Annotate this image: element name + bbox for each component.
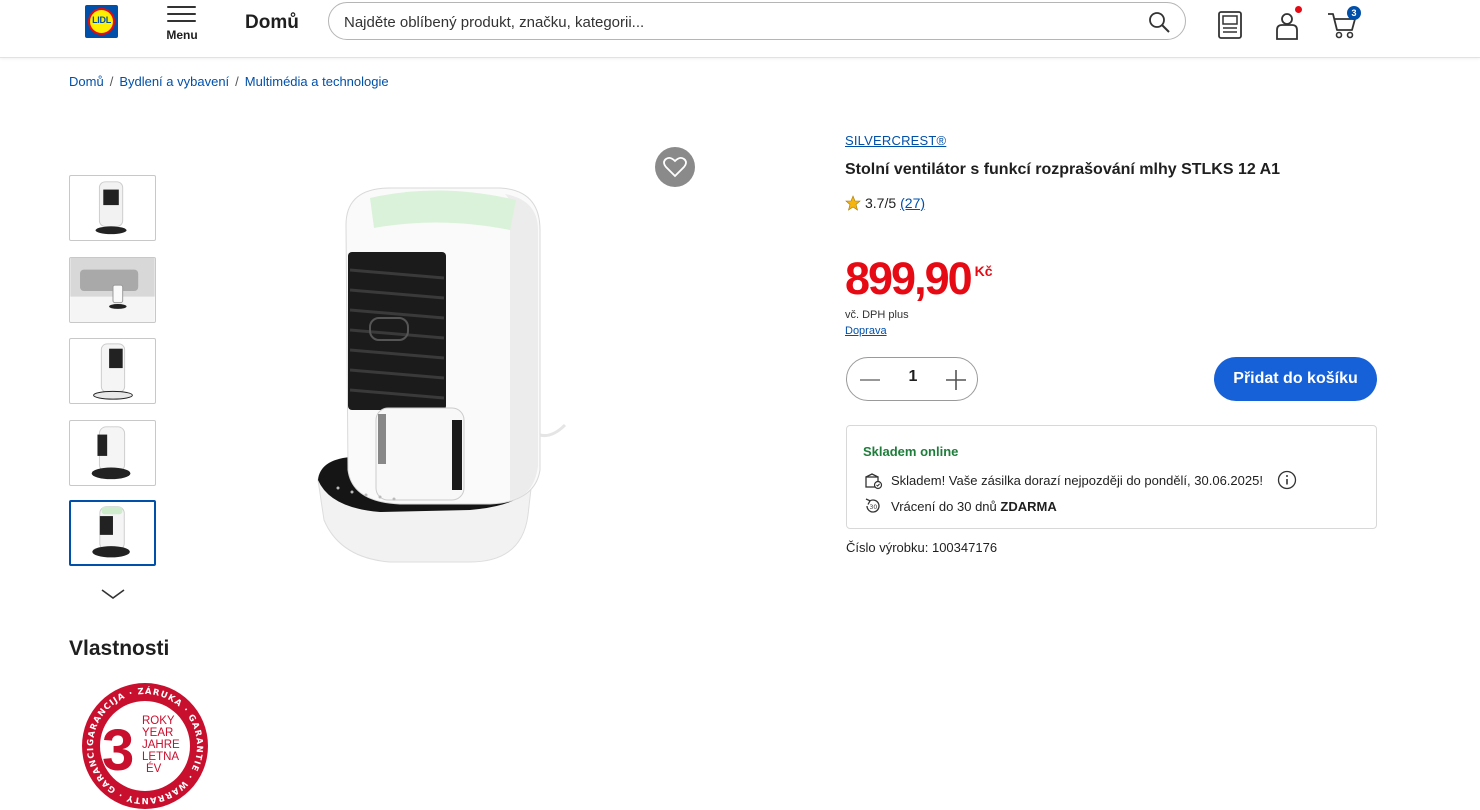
notification-dot bbox=[1295, 6, 1302, 13]
thumbnail-5[interactable] bbox=[69, 500, 156, 566]
delivery-box-icon bbox=[865, 473, 883, 490]
account-icon[interactable] bbox=[1270, 6, 1304, 42]
hamburger-icon bbox=[167, 6, 196, 22]
search-input[interactable] bbox=[344, 10, 1134, 34]
wishlist-button[interactable] bbox=[655, 147, 695, 187]
breadcrumb-home[interactable]: Domů bbox=[69, 74, 104, 89]
return-row: 30 Vrácení do 30 dnů ZDARMA bbox=[863, 496, 1057, 516]
lidl-logo[interactable]: LIDL bbox=[85, 5, 118, 38]
breadcrumb: Domů / Bydlení a vybavení / Multimédia a tec… bbox=[69, 74, 389, 89]
fan-side-thumbnail-image bbox=[93, 343, 133, 400]
home-link[interactable]: Domů bbox=[245, 12, 299, 34]
product-title: Stolní ventilátor s funkcí rozprašování … bbox=[845, 161, 1281, 178]
warranty-badge: GARANCIJA · ZÁRUKA · GARANTIE · WARRANTY… bbox=[80, 682, 208, 809]
minus-icon[interactable] bbox=[857, 367, 883, 393]
return-free: ZDARMA bbox=[1000, 498, 1057, 514]
fan-front-thumbnail-image bbox=[92, 506, 130, 558]
warranty-line-5: ÉV bbox=[146, 762, 162, 775]
product-rating: 3.7/5 (27) bbox=[845, 195, 925, 211]
product-number: Číslo výrobku: 100347176 bbox=[846, 540, 998, 555]
return-prefix: Vrácení do 30 dnů bbox=[891, 498, 997, 514]
fan-thumbnail-image bbox=[95, 181, 127, 235]
shipping-link[interactable]: Doprava bbox=[845, 325, 887, 337]
vat-note: vč. DPH plus bbox=[845, 309, 909, 321]
search-bar bbox=[328, 2, 1186, 40]
thumbnail-4[interactable] bbox=[69, 420, 156, 486]
svg-text:30: 30 bbox=[870, 504, 878, 511]
heart-icon bbox=[663, 156, 687, 178]
features-heading: Vlastnosti bbox=[69, 637, 170, 660]
quantity-stepper bbox=[846, 357, 978, 401]
warranty-line-3: JAHRE bbox=[142, 739, 180, 751]
room-thumbnail-image bbox=[70, 258, 155, 322]
info-icon[interactable] bbox=[1277, 470, 1297, 490]
return-icon: 30 bbox=[865, 498, 880, 513]
breadcrumb-living[interactable]: Bydlení a vybavení bbox=[119, 74, 229, 89]
cart-icon[interactable]: 3 bbox=[1325, 6, 1361, 42]
warranty-line-4: LETNA bbox=[142, 751, 179, 763]
site-header: LIDL Menu Domů 3 bbox=[0, 0, 1480, 58]
breadcrumb-multimedia[interactable]: Multimédia a technologie bbox=[245, 74, 389, 89]
chevron-down-icon[interactable] bbox=[100, 586, 126, 602]
warranty-number: 3 bbox=[102, 718, 134, 783]
delivery-row: Skladem! Vaše zásilka dorazí nejpozději … bbox=[863, 470, 1297, 490]
menu-label: Menu bbox=[166, 28, 198, 42]
add-to-cart-button[interactable]: Přidat do košíku bbox=[1214, 357, 1377, 401]
review-count-link[interactable]: (27) bbox=[900, 195, 925, 211]
star-icon bbox=[845, 195, 861, 211]
warranty-line-1: ROKY bbox=[142, 715, 175, 727]
delivery-text: Skladem! Vaše zásilka dorazí nejpozději … bbox=[891, 472, 1263, 488]
stock-status: Skladem online bbox=[863, 444, 959, 459]
warranty-line-2: YEAR bbox=[142, 727, 173, 739]
availability-box: Skladem online Skladem! Vaše zásilka dor… bbox=[846, 425, 1377, 529]
thumbnail-2[interactable] bbox=[69, 257, 156, 323]
leaflet-icon[interactable] bbox=[1214, 8, 1248, 42]
breadcrumb-separator: / bbox=[109, 74, 114, 89]
price-currency: Kč bbox=[974, 263, 993, 279]
brand-link[interactable]: SILVERCREST® bbox=[845, 133, 946, 148]
thumbnail-3[interactable] bbox=[69, 338, 156, 404]
thumbnail-1[interactable] bbox=[69, 175, 156, 241]
quantity-input[interactable] bbox=[893, 368, 933, 386]
product-main-image bbox=[317, 187, 567, 563]
plus-icon[interactable] bbox=[943, 367, 969, 393]
fan-back-thumbnail-image bbox=[91, 426, 131, 480]
menu-button[interactable]: Menu bbox=[163, 4, 201, 44]
cart-count-badge: 3 bbox=[1347, 6, 1361, 20]
breadcrumb-separator: / bbox=[235, 74, 239, 89]
logo-text: LIDL bbox=[92, 15, 111, 25]
price-amount: 899,90 bbox=[845, 253, 973, 304]
return-text: Vrácení do 30 dnů ZDARMA bbox=[891, 499, 1057, 514]
rating-value: 3.7/5 bbox=[865, 195, 897, 211]
search-icon[interactable] bbox=[1147, 10, 1171, 34]
price: 899,90 Kč bbox=[845, 253, 993, 305]
